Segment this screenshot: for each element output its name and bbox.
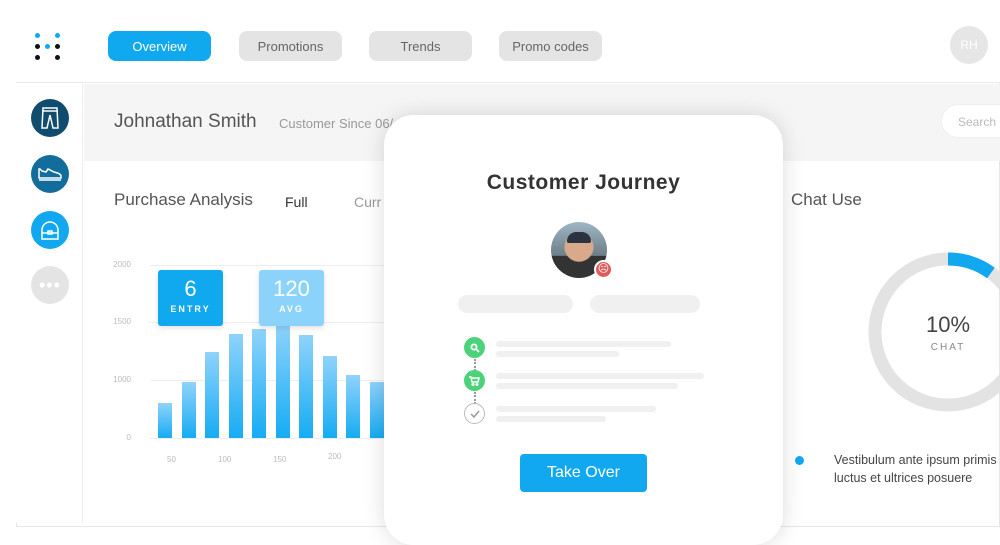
kpi-label: ENTRY: [170, 304, 211, 314]
bar: [369, 381, 384, 438]
kpi-value: 120: [273, 276, 310, 301]
customer-journey-modal: Customer Journey ☹ Take Over: [384, 115, 783, 545]
x-tick: 200: [328, 452, 342, 461]
placeholder-line: [496, 416, 606, 422]
bar: [346, 374, 360, 438]
take-over-button[interactable]: Take Over: [520, 454, 647, 492]
gridline: [150, 265, 390, 266]
customer-name: Johnathan Smith: [114, 111, 257, 132]
bar: [228, 334, 243, 438]
y-tick: 2000: [113, 260, 131, 269]
placeholder-line: [496, 351, 619, 357]
legend-dot: [795, 456, 804, 465]
shoe-icon[interactable]: [31, 155, 69, 193]
filter-full[interactable]: Full: [285, 194, 308, 210]
search-icon: [464, 337, 485, 358]
check-icon: [464, 403, 485, 424]
kpi-label: AVG: [279, 304, 304, 314]
user-avatar[interactable]: RH: [950, 26, 988, 64]
tab-promotions[interactable]: Promotions: [239, 31, 342, 61]
bar: [181, 381, 196, 438]
x-tick: 50: [167, 455, 176, 464]
more-icon[interactable]: •••: [31, 266, 69, 304]
legend-line: luctus et ultrices posuere: [834, 471, 973, 485]
bar: [158, 403, 172, 438]
bar: [252, 329, 266, 438]
kpi-value: 6: [184, 276, 197, 301]
tab-trends[interactable]: Trends: [369, 31, 472, 61]
placeholder-pill: [590, 295, 700, 313]
kpi-avg: 120 AVG: [259, 270, 324, 326]
placeholder-line: [496, 406, 656, 412]
placeholder-line: [496, 373, 704, 379]
bar: [299, 335, 313, 438]
logo-icon[interactable]: [33, 33, 67, 61]
customer-since: Customer Since 06/: [279, 116, 394, 131]
placeholder-pill: [458, 295, 573, 313]
kpi-entry: 6 ENTRY: [158, 270, 223, 326]
gridline: [150, 438, 390, 439]
x-tick: 150: [273, 455, 287, 464]
y-tick: 0: [126, 433, 131, 442]
y-tick: 1500: [113, 317, 131, 326]
chat-percent: 10%: [925, 312, 971, 337]
modal-title: Customer Journey: [486, 171, 681, 194]
legend-text: Vestibulum ante ipsum primis luctus et u…: [834, 451, 1000, 487]
purchase-analysis-title: Purchase Analysis: [114, 190, 253, 209]
tab-overview[interactable]: Overview: [108, 31, 211, 61]
tab-promo-codes[interactable]: Promo codes: [499, 31, 602, 61]
y-tick: 1000: [113, 375, 131, 384]
cart-icon: [464, 370, 485, 391]
bar: [322, 355, 337, 438]
x-tick: 100: [218, 455, 232, 464]
placeholder-line: [496, 383, 678, 389]
legend-line: Vestibulum ante ipsum primis: [834, 453, 997, 467]
filter-current[interactable]: Curr: [354, 194, 381, 210]
bag-icon[interactable]: [31, 211, 69, 249]
placeholder-line: [496, 341, 671, 347]
bar: [275, 323, 290, 438]
search-input[interactable]: Search: [941, 104, 1000, 138]
chat-label: CHAT: [930, 342, 966, 353]
chat-use-title: Chat Use: [791, 190, 862, 209]
pants-icon[interactable]: [31, 99, 69, 137]
bar: [205, 351, 219, 438]
sad-face-icon: ☹: [594, 260, 613, 279]
